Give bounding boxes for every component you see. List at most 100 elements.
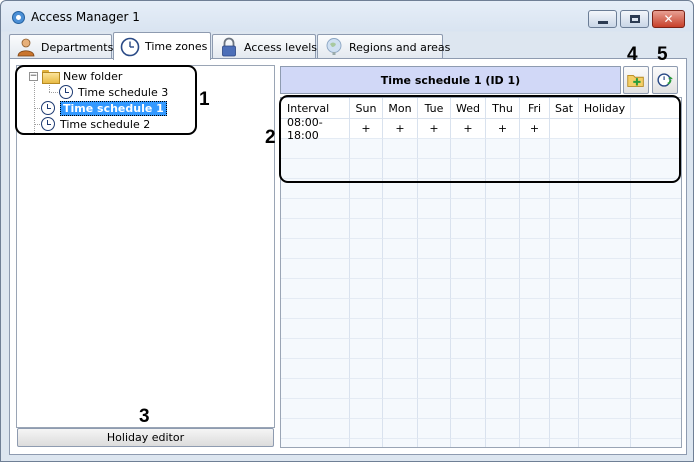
- empty-cell: [383, 399, 418, 419]
- clock-refresh-icon: [657, 73, 673, 87]
- empty-row: [281, 279, 681, 299]
- empty-cell: [350, 239, 383, 259]
- empty-cell: [281, 439, 350, 447]
- annotation-number: 5: [657, 44, 668, 65]
- empty-cell: [383, 239, 418, 259]
- empty-cell: [418, 279, 451, 299]
- empty-cell: [520, 199, 550, 219]
- close-button[interactable]: ✕: [652, 10, 685, 28]
- empty-cell: [520, 239, 550, 259]
- schedule-title: Time schedule 1 (ID 1): [280, 66, 621, 94]
- empty-cell: [631, 339, 681, 359]
- empty-cell: [281, 299, 350, 319]
- add-to-folder-button[interactable]: [623, 66, 649, 94]
- empty-cell: [486, 359, 520, 379]
- empty-cell: [383, 359, 418, 379]
- empty-cell: [451, 199, 486, 219]
- empty-cell: [520, 319, 550, 339]
- empty-cell: [579, 299, 631, 319]
- empty-cell: [631, 399, 681, 419]
- tab-time-zones[interactable]: Time zones: [113, 32, 211, 60]
- clock-icon: [120, 37, 140, 56]
- empty-cell: [579, 199, 631, 219]
- minimize-button[interactable]: [588, 10, 617, 28]
- empty-cell: [451, 279, 486, 299]
- empty-cell: [486, 279, 520, 299]
- empty-cell: [486, 419, 520, 439]
- empty-cell: [350, 219, 383, 239]
- empty-cell: [451, 439, 486, 447]
- empty-cell: [350, 279, 383, 299]
- empty-cell: [451, 399, 486, 419]
- empty-cell: [383, 439, 418, 447]
- empty-cell: [418, 239, 451, 259]
- empty-cell: [451, 239, 486, 259]
- empty-cell: [418, 419, 451, 439]
- empty-cell: [350, 259, 383, 279]
- empty-cell: [520, 399, 550, 419]
- empty-cell: [520, 339, 550, 359]
- empty-cell: [486, 199, 520, 219]
- maximize-button[interactable]: [620, 10, 649, 28]
- empty-cell: [418, 359, 451, 379]
- empty-row: [281, 259, 681, 279]
- empty-cell: [550, 279, 579, 299]
- title-bar[interactable]: Access Manager 1 ✕: [1, 1, 693, 31]
- empty-cell: [550, 299, 579, 319]
- empty-cell: [418, 339, 451, 359]
- empty-cell: [350, 359, 383, 379]
- empty-cell: [350, 339, 383, 359]
- empty-cell: [520, 299, 550, 319]
- empty-cell: [550, 379, 579, 399]
- tab-access-levels[interactable]: Access levels: [212, 34, 318, 59]
- folder-add-icon: [627, 74, 644, 87]
- empty-cell: [486, 259, 520, 279]
- empty-cell: [281, 239, 350, 259]
- empty-cell: [281, 399, 350, 419]
- tab-label: Regions and areas: [349, 40, 451, 54]
- empty-cell: [579, 319, 631, 339]
- app-icon: [12, 11, 25, 24]
- tab-regions-and-areas[interactable]: Regions and areas: [317, 34, 450, 59]
- empty-cell: [631, 279, 681, 299]
- minimize-icon: [597, 20, 608, 24]
- empty-cell: [350, 379, 383, 399]
- tab-label: Time zones: [145, 40, 208, 53]
- empty-cell: [550, 259, 579, 279]
- empty-cell: [418, 199, 451, 219]
- annotation-frame-2: [279, 95, 681, 183]
- empty-cell: [579, 419, 631, 439]
- annotation-number: 1: [199, 89, 210, 110]
- annotation-number: 2: [265, 127, 276, 148]
- empty-cell: [579, 339, 631, 359]
- empty-cell: [550, 319, 579, 339]
- empty-row: [281, 419, 681, 439]
- empty-cell: [281, 319, 350, 339]
- tab-label: Access levels: [244, 40, 318, 54]
- empty-cell: [451, 379, 486, 399]
- empty-cell: [350, 199, 383, 219]
- empty-cell: [579, 439, 631, 447]
- empty-cell: [486, 219, 520, 239]
- tab-label: Departments: [41, 40, 114, 54]
- empty-row: [281, 219, 681, 239]
- empty-cell: [451, 339, 486, 359]
- empty-cell: [350, 419, 383, 439]
- empty-cell: [550, 219, 579, 239]
- empty-cell: [486, 379, 520, 399]
- app-window: Access Manager 1 ✕ Departments Time zone…: [0, 0, 694, 462]
- tab-departments[interactable]: Departments: [9, 34, 114, 59]
- empty-cell: [383, 419, 418, 439]
- lock-icon: [222, 37, 236, 57]
- empty-row: [281, 399, 681, 419]
- empty-cell: [418, 299, 451, 319]
- holiday-editor-button[interactable]: Holiday editor: [17, 428, 274, 447]
- empty-cell: [579, 359, 631, 379]
- empty-cell: [550, 439, 579, 447]
- empty-cell: [418, 259, 451, 279]
- empty-cell: [383, 319, 418, 339]
- empty-row: [281, 299, 681, 319]
- empty-cell: [520, 439, 550, 447]
- add-time-zone-button[interactable]: [652, 66, 678, 94]
- empty-cell: [418, 439, 451, 447]
